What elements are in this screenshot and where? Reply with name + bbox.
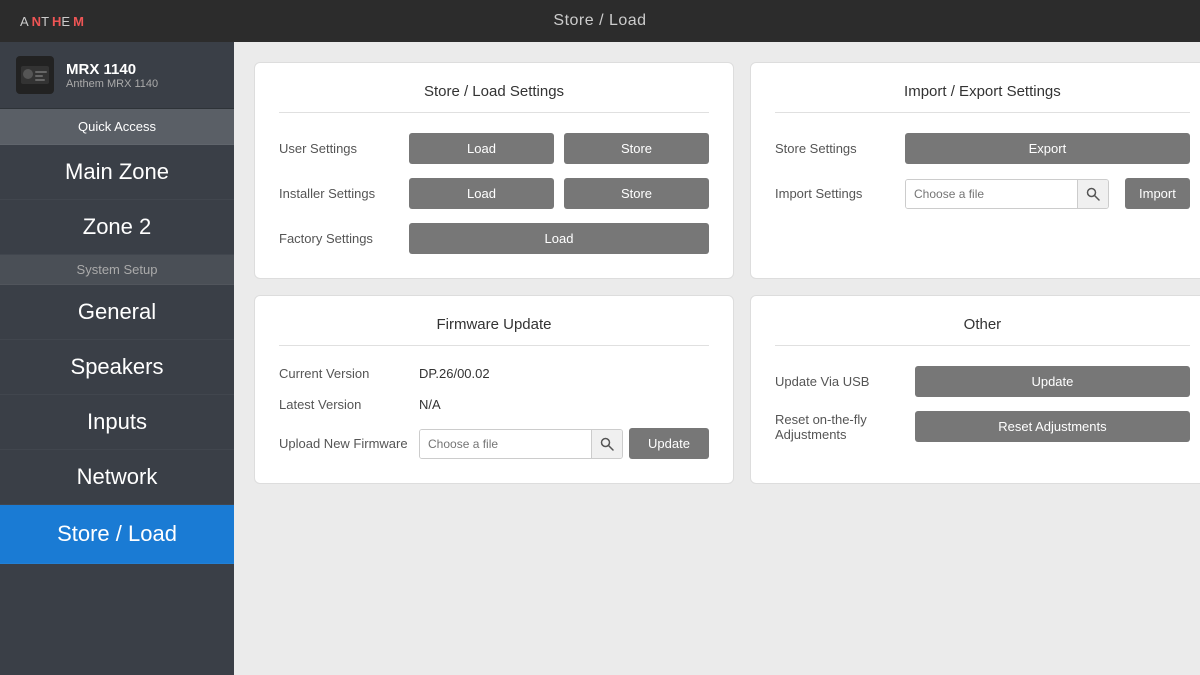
firmware-file-input[interactable] bbox=[420, 430, 591, 458]
update-via-usb-button[interactable]: Update bbox=[915, 366, 1190, 397]
user-settings-row: User Settings Load Store bbox=[279, 133, 709, 164]
page-title: Store / Load bbox=[553, 12, 646, 30]
factory-settings-label: Factory Settings bbox=[279, 231, 399, 246]
import-file-input[interactable] bbox=[906, 180, 1077, 208]
current-version-row: Current Version DP.26/00.02 bbox=[279, 366, 709, 381]
device-text: MRX 1140 Anthem MRX 1140 bbox=[66, 61, 158, 90]
user-settings-label: User Settings bbox=[279, 141, 399, 156]
installer-settings-load-button[interactable]: Load bbox=[409, 178, 554, 209]
upload-group: Update bbox=[419, 428, 709, 459]
store-load-settings-card: Store / Load Settings User Settings Load… bbox=[254, 62, 734, 279]
cards-grid: Store / Load Settings User Settings Load… bbox=[254, 62, 1180, 484]
factory-settings-load-button[interactable]: Load bbox=[409, 223, 709, 254]
import-file-input-group bbox=[905, 179, 1109, 209]
firmware-search-button[interactable] bbox=[591, 430, 622, 458]
sidebar-item-general[interactable]: General bbox=[0, 285, 234, 340]
device-name: MRX 1140 bbox=[66, 61, 158, 78]
other-card-title: Other bbox=[775, 316, 1190, 346]
logo: ANTHEM bbox=[20, 14, 84, 29]
store-settings-row: Store Settings Export bbox=[775, 133, 1190, 164]
import-settings-label: Import Settings bbox=[775, 186, 895, 201]
update-via-usb-row: Update Via USB Update bbox=[775, 366, 1190, 397]
update-via-usb-label: Update Via USB bbox=[775, 374, 905, 389]
device-info: MRX 1140 Anthem MRX 1140 bbox=[0, 42, 234, 109]
installer-settings-store-button[interactable]: Store bbox=[564, 178, 709, 209]
import-export-settings-card: Import / Export Settings Store Settings … bbox=[750, 62, 1200, 279]
export-button[interactable]: Export bbox=[905, 133, 1190, 164]
current-version-value: DP.26/00.02 bbox=[419, 366, 490, 381]
latest-version-value: N/A bbox=[419, 397, 441, 412]
firmware-update-card: Firmware Update Current Version DP.26/00… bbox=[254, 295, 734, 484]
reset-adjustments-row: Reset on-the-flyAdjustments Reset Adjust… bbox=[775, 411, 1190, 442]
latest-version-row: Latest Version N/A bbox=[279, 397, 709, 412]
current-version-label: Current Version bbox=[279, 366, 419, 381]
firmware-card-title: Firmware Update bbox=[279, 316, 709, 346]
app-body: MRX 1140 Anthem MRX 1140 Quick Access Ma… bbox=[0, 42, 1200, 675]
latest-version-label: Latest Version bbox=[279, 397, 419, 412]
main-content: Store / Load Settings User Settings Load… bbox=[234, 42, 1200, 675]
app-header: ANTHEM Store / Load bbox=[0, 0, 1200, 42]
sidebar-item-store-load[interactable]: Store / Load bbox=[0, 505, 234, 564]
sidebar-item-inputs[interactable]: Inputs bbox=[0, 395, 234, 450]
sidebar-item-speakers[interactable]: Speakers bbox=[0, 340, 234, 395]
user-settings-store-button[interactable]: Store bbox=[564, 133, 709, 164]
import-settings-row: Import Settings Import bbox=[775, 178, 1190, 209]
other-card: Other Update Via USB Update Reset on-the… bbox=[750, 295, 1200, 484]
device-model: Anthem MRX 1140 bbox=[66, 78, 158, 90]
sidebar: MRX 1140 Anthem MRX 1140 Quick Access Ma… bbox=[0, 42, 234, 675]
reset-adjustments-label: Reset on-the-flyAdjustments bbox=[775, 412, 905, 442]
sidebar-item-quick-access[interactable]: Quick Access bbox=[0, 109, 234, 145]
installer-settings-label: Installer Settings bbox=[279, 186, 399, 201]
import-export-card-title: Import / Export Settings bbox=[775, 83, 1190, 113]
user-settings-load-button[interactable]: Load bbox=[409, 133, 554, 164]
sidebar-item-network[interactable]: Network bbox=[0, 450, 234, 505]
store-load-card-title: Store / Load Settings bbox=[279, 83, 709, 113]
upload-firmware-label: Upload New Firmware bbox=[279, 436, 419, 451]
device-icon bbox=[16, 56, 54, 94]
sidebar-item-system-setup: System Setup bbox=[0, 255, 234, 285]
import-button[interactable]: Import bbox=[1125, 178, 1190, 209]
reset-adjustments-button[interactable]: Reset Adjustments bbox=[915, 411, 1190, 442]
installer-settings-row: Installer Settings Load Store bbox=[279, 178, 709, 209]
import-search-button[interactable] bbox=[1077, 180, 1108, 208]
factory-settings-row: Factory Settings Load bbox=[279, 223, 709, 254]
sidebar-item-main-zone[interactable]: Main Zone bbox=[0, 145, 234, 200]
firmware-update-button[interactable]: Update bbox=[629, 428, 709, 459]
firmware-file-input-group bbox=[419, 429, 623, 459]
upload-firmware-row: Upload New Firmware Update bbox=[279, 428, 709, 459]
store-settings-label: Store Settings bbox=[775, 141, 895, 156]
sidebar-item-zone-2[interactable]: Zone 2 bbox=[0, 200, 234, 255]
